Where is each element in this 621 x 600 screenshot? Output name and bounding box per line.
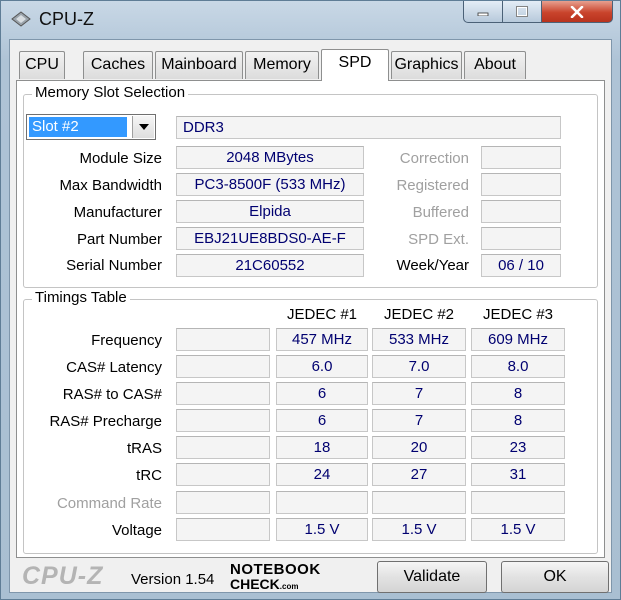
registered-field: [481, 173, 561, 196]
timing-extra-field: [176, 436, 270, 459]
serial-number-field: 21C60552: [176, 254, 364, 277]
correction-field: [481, 146, 561, 169]
timing-row-label: tRC: [136, 467, 162, 484]
buffered-label: Buffered: [412, 204, 469, 221]
module-size-label: Module Size: [79, 150, 162, 167]
title-bar[interactable]: CPU-Z: [1, 1, 620, 39]
timing-jedec-1-field: 457 MHz: [276, 328, 368, 351]
jedec-2-header: JEDEC #2: [383, 306, 455, 323]
minimize-icon: [477, 12, 489, 16]
timing-jedec-2-field: 7: [372, 409, 466, 432]
cpuz-app-icon: [11, 11, 31, 27]
max-bandwidth-field: PC3-8500F (533 MHz): [176, 173, 364, 196]
minimize-button[interactable]: [463, 1, 503, 23]
manufacturer-field: Elpida: [176, 200, 364, 223]
timing-row-label: Command Rate: [56, 495, 162, 512]
week-year-field: 06 / 10: [481, 254, 561, 277]
timing-jedec-2-field: [372, 491, 466, 514]
timings-table-title: Timings Table: [32, 289, 130, 306]
timing-extra-field: [176, 463, 270, 486]
timing-jedec-3-field: 8.0: [471, 355, 565, 378]
buffered-field: [481, 200, 561, 223]
close-button[interactable]: [541, 1, 613, 23]
tab-spd[interactable]: SPD: [321, 49, 389, 81]
timing-extra-field: [176, 518, 270, 541]
timing-jedec-1-field: 6: [276, 382, 368, 405]
jedec-1-header: JEDEC #1: [286, 306, 358, 323]
spd-ext-field: [481, 227, 561, 250]
ok-button[interactable]: OK: [501, 561, 609, 593]
maximize-button[interactable]: [502, 1, 542, 23]
timing-jedec-2-field: 7: [372, 382, 466, 405]
timing-jedec-3-field: 31: [471, 463, 565, 486]
timing-jedec-1-field: [276, 491, 368, 514]
timing-extra-field: [176, 328, 270, 351]
slot-select[interactable]: Slot #2: [26, 114, 156, 140]
watermark-suffix: .com: [279, 582, 299, 591]
version-label: Version 1.54: [131, 571, 215, 588]
window-title: CPU-Z: [39, 9, 94, 29]
timing-jedec-3-field: 23: [471, 436, 565, 459]
cpuz-window: CPU-Z CPU Caches Mainboard Memory SPD Gr…: [0, 0, 621, 600]
timing-jedec-2-field: 1.5 V: [372, 518, 466, 541]
tab-cpu[interactable]: CPU: [19, 51, 65, 79]
memory-type-field: DDR3: [176, 116, 561, 139]
close-icon: [570, 5, 584, 18]
timing-jedec-1-field: 6.0: [276, 355, 368, 378]
tab-mainboard[interactable]: Mainboard: [155, 51, 243, 79]
manufacturer-label: Manufacturer: [73, 204, 162, 221]
max-bandwidth-label: Max Bandwidth: [59, 177, 162, 194]
module-size-field: 2048 MBytes: [176, 146, 364, 169]
notebookcheck-watermark: NOTEBOOK CHECK.com: [230, 562, 321, 594]
chevron-down-icon: [138, 124, 149, 130]
timing-extra-field: [176, 382, 270, 405]
week-year-label: Week/Year: [396, 257, 469, 274]
timing-row-label: Voltage: [111, 522, 162, 539]
timing-jedec-2-field: 533 MHz: [372, 328, 466, 351]
timing-jedec-3-field: 8: [471, 409, 565, 432]
tab-about[interactable]: About: [464, 51, 526, 79]
cpuz-brand-logo: CPU-Z: [22, 562, 104, 590]
maximize-icon: [516, 6, 528, 17]
timing-jedec-3-field: 8: [471, 382, 565, 405]
timing-jedec-2-field: 20: [372, 436, 466, 459]
part-number-label: Part Number: [76, 231, 162, 248]
tab-graphics[interactable]: Graphics: [391, 51, 462, 79]
slot-select-dropdown-button[interactable]: [132, 116, 154, 138]
validate-button[interactable]: Validate: [377, 561, 487, 593]
slot-select-value: Slot #2: [29, 117, 127, 137]
timing-row-label: RAS# to CAS#: [62, 386, 162, 403]
registered-label: Registered: [396, 177, 469, 194]
memory-slot-selection-title: Memory Slot Selection: [32, 84, 189, 101]
tab-caches[interactable]: Caches: [83, 51, 153, 79]
watermark-line1: NOTEBOOK: [230, 561, 321, 578]
timing-jedec-3-field: 1.5 V: [471, 518, 565, 541]
timing-jedec-2-field: 7.0: [372, 355, 466, 378]
spd-ext-label: SPD Ext.: [408, 231, 469, 248]
serial-number-label: Serial Number: [66, 257, 162, 274]
timing-jedec-2-field: 27: [372, 463, 466, 486]
watermark-line2: CHECK: [230, 576, 280, 592]
timing-extra-field: [176, 355, 270, 378]
timing-jedec-1-field: 24: [276, 463, 368, 486]
part-number-field: EBJ21UE8BDS0-AE-F: [176, 227, 364, 250]
timing-extra-field: [176, 491, 270, 514]
correction-label: Correction: [399, 150, 469, 167]
client-area: CPU Caches Mainboard Memory SPD Graphics…: [9, 39, 612, 593]
timing-row-label: Frequency: [91, 332, 162, 349]
timing-jedec-1-field: 1.5 V: [276, 518, 368, 541]
timing-jedec-1-field: 18: [276, 436, 368, 459]
timing-jedec-3-field: [471, 491, 565, 514]
timing-jedec-1-field: 6: [276, 409, 368, 432]
timing-jedec-3-field: 609 MHz: [471, 328, 565, 351]
tab-memory[interactable]: Memory: [245, 51, 319, 79]
timing-row-label: CAS# Latency: [66, 359, 162, 376]
timing-extra-field: [176, 409, 270, 432]
timing-row-label: tRAS: [126, 440, 162, 457]
jedec-3-header: JEDEC #3: [482, 306, 554, 323]
timing-row-label: RAS# Precharge: [49, 413, 162, 430]
